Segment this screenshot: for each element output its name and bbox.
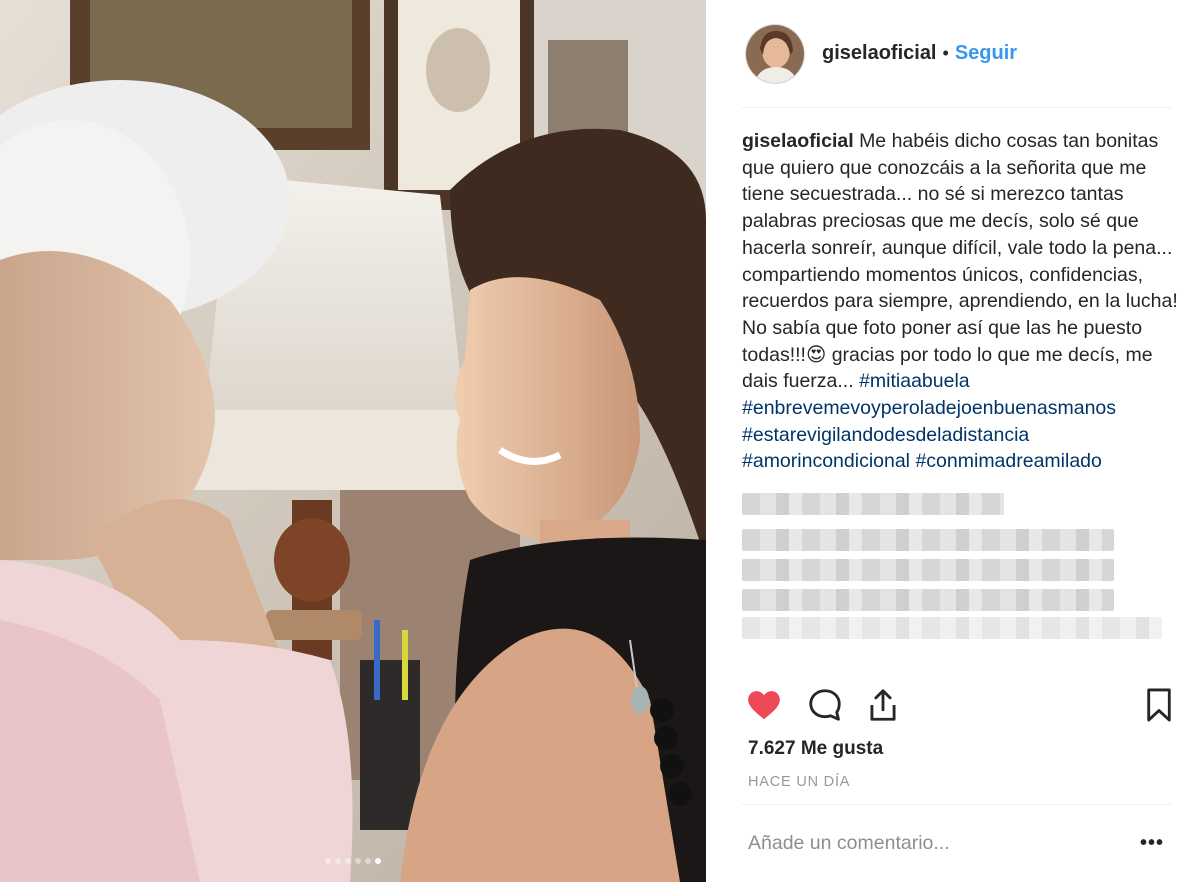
blurred-comment-line	[742, 493, 1004, 516]
carousel-dot	[365, 858, 371, 864]
post-actions	[742, 686, 1172, 728]
hashtag-link[interactable]: #conmimadreamilado	[915, 450, 1101, 472]
caption-username[interactable]: giselaoficial	[742, 130, 854, 152]
heart-filled-icon[interactable]	[745, 686, 783, 724]
bookmark-icon[interactable]	[1140, 686, 1178, 724]
instagram-post: giselaoficial • Seguir giselaoficial Me …	[0, 0, 1200, 882]
caption-text: Me habéis dicho cosas tan bonitas que qu…	[742, 130, 1178, 393]
comment-form: •••	[742, 804, 1172, 882]
blurred-comment-line	[742, 529, 1114, 552]
carousel-dot	[345, 858, 351, 864]
post-caption: giselaoficial Me habéis dicho cosas tan …	[742, 108, 1178, 475]
hashtag-link[interactable]: #mitiaabuela	[859, 370, 970, 392]
like-count[interactable]: 7.627 Me gusta	[748, 738, 883, 760]
ellipsis-icon[interactable]: •••	[1140, 832, 1172, 855]
carousel-dot-active	[375, 858, 381, 864]
blurred-comment-line	[742, 589, 1114, 612]
avatar[interactable]	[745, 23, 805, 84]
hashtag-link[interactable]: #amorincondicional	[742, 450, 910, 472]
post-header: giselaoficial • Seguir	[742, 0, 1172, 108]
hashtag-link[interactable]: #enbrevemevoyperoladejoenbuenasmanos	[742, 397, 1116, 419]
hashtag-link[interactable]: #estarevigilandodesdeladistancia	[742, 424, 1029, 446]
like-count-label: Me gusta	[800, 738, 884, 759]
blurred-comments	[742, 489, 1172, 640]
post-sidebar: giselaoficial • Seguir giselaoficial Me …	[706, 0, 1200, 882]
avatar-image	[746, 24, 804, 83]
separator-dot: •	[942, 43, 949, 63]
carousel-indicator	[0, 858, 706, 864]
blurred-comment-line	[742, 617, 1162, 640]
carousel-dot	[335, 858, 341, 864]
post-photo[interactable]	[0, 0, 706, 882]
carousel-dot	[325, 858, 331, 864]
blurred-comment-line	[742, 559, 1114, 582]
like-count-number: 7.627	[748, 738, 796, 759]
username-link[interactable]: giselaoficial	[822, 42, 937, 65]
comment-input[interactable]	[742, 832, 1140, 855]
follow-button[interactable]: Seguir	[955, 42, 1017, 65]
carousel-dot	[355, 858, 361, 864]
share-upload-icon[interactable]	[864, 686, 902, 724]
photo-illustration	[0, 0, 706, 882]
post-timestamp[interactable]: HACE UN DÍA	[748, 774, 850, 790]
comment-bubble-icon[interactable]	[806, 686, 844, 724]
